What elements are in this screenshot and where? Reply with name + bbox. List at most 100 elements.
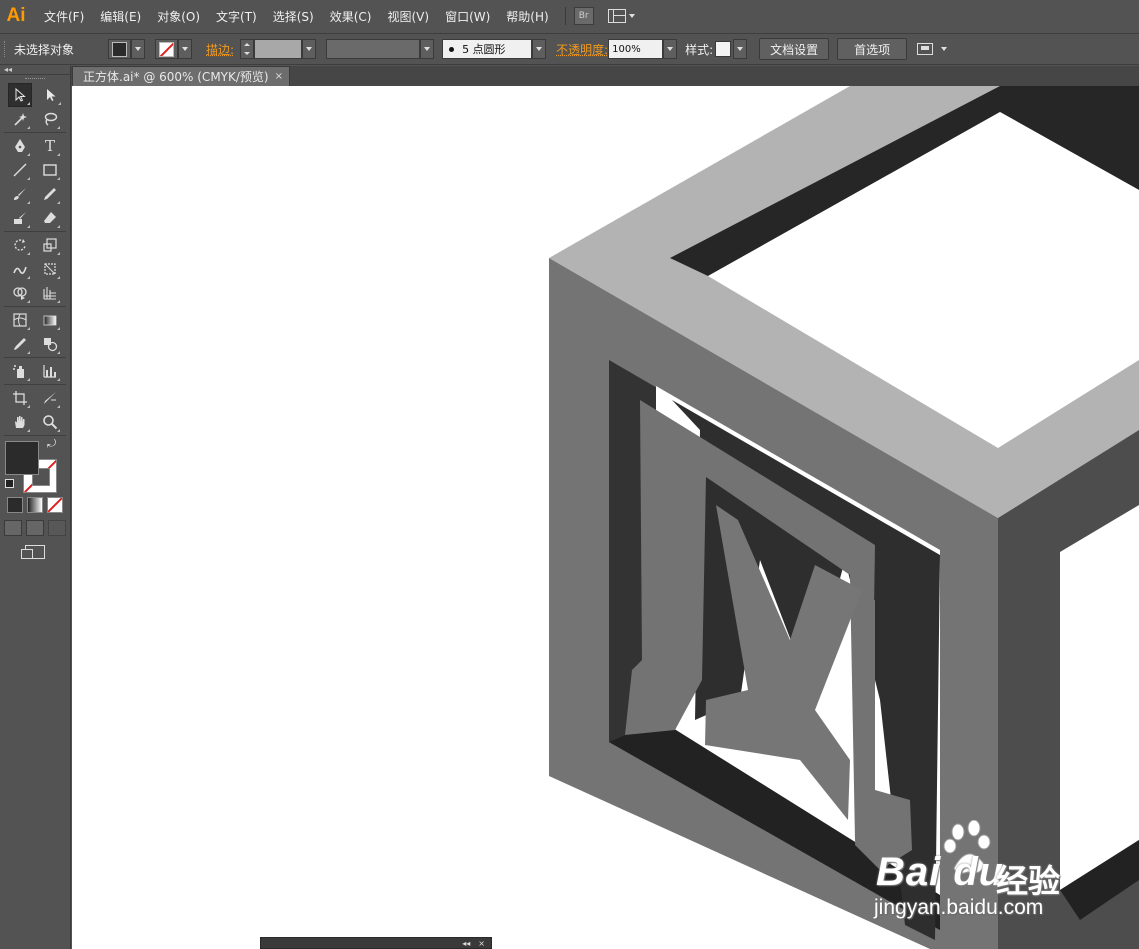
slice-tool[interactable] [39, 387, 61, 409]
style-dropdown[interactable] [733, 39, 748, 59]
menu-edit[interactable]: 编辑(E) [92, 8, 149, 25]
blend-tool[interactable] [39, 333, 61, 355]
pencil-tool[interactable] [39, 183, 61, 205]
stroke-weight-dropdown[interactable] [302, 39, 317, 59]
stroke-label[interactable]: 描边: [206, 41, 234, 58]
menu-view[interactable]: 视图(V) [379, 8, 437, 25]
menu-divider [564, 7, 566, 25]
eraser-tool[interactable] [39, 207, 61, 229]
menu-object[interactable]: 对象(O) [149, 8, 208, 25]
draw-behind-icon[interactable] [26, 520, 44, 536]
tools-panel-grip[interactable] [0, 75, 70, 83]
line-segment-tool[interactable] [9, 159, 31, 181]
arrange-documents-icon[interactable] [917, 43, 934, 55]
menu-help[interactable]: 帮助(H) [498, 8, 556, 25]
fill-swatch [112, 41, 128, 57]
menu-effect[interactable]: 效果(C) [322, 8, 380, 25]
fill-stroke-widget: ⤾ [0, 437, 70, 495]
workspace-icon [607, 9, 626, 23]
lasso-tool[interactable] [39, 108, 61, 130]
menu-file[interactable]: 文件(F) [36, 8, 92, 25]
graphic-style-swatch[interactable] [715, 41, 732, 57]
mesh-tool[interactable] [9, 309, 31, 331]
pen-tool[interactable] [9, 135, 31, 157]
blob-brush-tool[interactable] [9, 207, 31, 229]
variable-width-dropdown[interactable] [420, 39, 435, 59]
menu-select[interactable]: 选择(S) [265, 8, 322, 25]
tools-panel: ◂◂ T ⤾ [0, 66, 71, 949]
watermark-brand: Bai du [876, 850, 1005, 894]
opacity-field[interactable]: 100% [608, 39, 664, 59]
floating-panel-header[interactable]: ◂◂ × [260, 937, 492, 949]
scale-tool[interactable] [39, 234, 61, 256]
eyedropper-tool[interactable] [9, 333, 31, 355]
selection-status: 未选择对象 [14, 42, 75, 57]
bridge-button[interactable]: Br [573, 7, 594, 25]
gradient-mode-button[interactable] [27, 497, 43, 513]
stroke-color-button[interactable] [155, 39, 179, 59]
artboard-canvas[interactable]: Bai du 经验 jingyan.baidu.com [72, 86, 1139, 949]
opacity-dropdown[interactable] [663, 39, 678, 59]
chevron-down-icon [628, 14, 635, 18]
variable-width-profile[interactable] [326, 39, 421, 59]
warp-tool[interactable] [9, 258, 31, 280]
stroke-weight-field[interactable] [254, 39, 303, 59]
document-tab-title: 正方体.ai* @ 600% (CMYK/预览) [83, 70, 269, 84]
watermark-url: jingyan.baidu.com [874, 896, 1044, 919]
stroke-swatch [159, 41, 175, 57]
brush-size: 5 [462, 42, 470, 56]
collapse-icon[interactable]: ◂◂ [462, 939, 470, 948]
draw-inside-icon[interactable] [48, 520, 66, 536]
perspective-grid-tool[interactable] [39, 282, 61, 304]
free-transform-tool[interactable] [39, 258, 61, 280]
menu-bar: Ai 文件(F) 编辑(E) 对象(O) 文字(T) 选择(S) 效果(C) 视… [0, 0, 1139, 32]
panel-grip[interactable] [4, 41, 8, 57]
brush-dropdown[interactable] [532, 39, 547, 59]
rectangle-tool[interactable] [39, 159, 61, 181]
brush-definition-field[interactable]: 5 点圆形 [442, 39, 533, 59]
shape-builder-tool[interactable] [9, 282, 31, 304]
app-logo: Ai [6, 5, 26, 26]
workspace-switcher[interactable] [607, 9, 635, 23]
style-label: 样式: [685, 42, 714, 57]
stroke-dropdown[interactable] [178, 39, 193, 59]
type-tool[interactable]: T [39, 135, 61, 157]
color-mode-button[interactable] [7, 497, 23, 513]
magic-wand-tool[interactable] [9, 108, 31, 130]
zoom-tool[interactable] [39, 411, 61, 433]
screen-mode-icon[interactable] [21, 545, 45, 559]
menu-window[interactable]: 窗口(W) [437, 8, 498, 25]
none-mode-button[interactable] [47, 497, 63, 513]
collapse-icon[interactable]: ◂◂ [4, 66, 12, 74]
direct-selection-tool[interactable] [40, 84, 62, 106]
tools-panel-header[interactable]: ◂◂ [0, 66, 70, 75]
opacity-label[interactable]: 不透明度: [556, 41, 608, 58]
draw-normal-icon[interactable] [4, 520, 22, 536]
symbol-sprayer-tool[interactable] [9, 360, 31, 382]
paintbrush-tool[interactable] [9, 183, 31, 205]
menu-type[interactable]: 文字(T) [208, 8, 265, 25]
gradient-tool[interactable] [39, 309, 61, 331]
type-tool-glyph: T [44, 137, 55, 155]
column-graph-tool[interactable] [39, 360, 61, 382]
stroke-weight-stepper[interactable] [240, 39, 255, 59]
default-fill-stroke-icon[interactable] [5, 479, 14, 488]
brush-dot-icon [449, 46, 455, 52]
fill-color-button[interactable] [108, 39, 132, 59]
swap-fill-stroke-icon[interactable]: ⤾ [47, 437, 56, 451]
document-tab[interactable]: 正方体.ai* @ 600% (CMYK/预览) × [72, 66, 290, 86]
preferences-button[interactable]: 首选项 [837, 38, 908, 60]
fill-swatch-large[interactable] [5, 441, 39, 475]
selection-tool[interactable] [8, 83, 32, 107]
chevron-down-icon[interactable] [941, 47, 948, 51]
close-icon[interactable]: × [478, 939, 485, 948]
fill-dropdown[interactable] [131, 39, 146, 59]
brush-name: 点圆形 [472, 43, 506, 56]
artboard-tool[interactable] [9, 387, 31, 409]
rotate-tool[interactable] [9, 234, 31, 256]
control-bar: 未选择对象 描边: 5 点圆形 不透明度: 100% 样式: 文档设置 首选项 [0, 33, 1139, 65]
baidu-watermark: Bai du 经验 jingyan.baidu.com [868, 820, 1078, 930]
hand-tool[interactable] [9, 411, 31, 433]
document-setup-button[interactable]: 文档设置 [759, 38, 830, 60]
close-icon[interactable]: × [275, 71, 283, 82]
